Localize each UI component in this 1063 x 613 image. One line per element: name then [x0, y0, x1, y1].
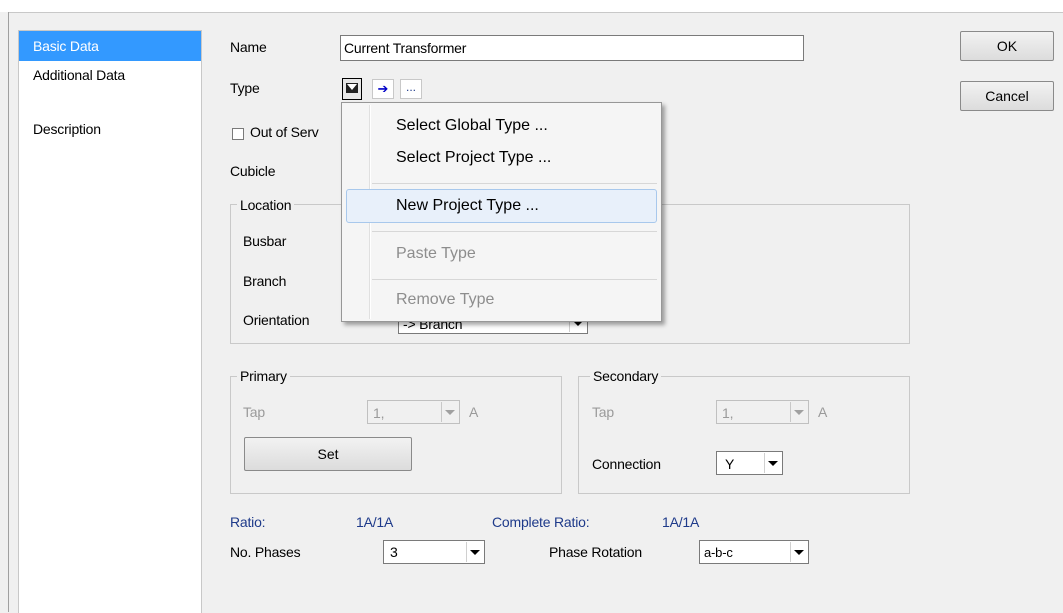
chevron-down-icon: [790, 542, 807, 562]
name-label: Name: [230, 39, 267, 55]
phase-rotation-value: a-b-c: [704, 545, 733, 560]
primary-tap-value: 1,: [373, 405, 385, 421]
secondary-legend: Secondary: [590, 368, 662, 384]
primary-tap-label: Tap: [243, 404, 265, 420]
secondary-tap-unit: A: [818, 404, 828, 420]
out-of-service-label: Out of Serv: [250, 124, 319, 140]
primary-tap-unit: A: [469, 404, 479, 420]
name-input[interactable]: Current Transformer: [340, 35, 804, 61]
connection-select[interactable]: Y: [716, 451, 783, 475]
secondary-group: [578, 376, 910, 494]
complete-ratio-value: 1A/1A: [662, 514, 700, 530]
branch-label: Branch: [243, 273, 287, 289]
nav-item-additional-data[interactable]: Additional Data: [19, 60, 201, 90]
menu-item-remove-type[interactable]: Remove Type: [396, 291, 494, 309]
primary-tap-select[interactable]: 1,: [367, 400, 460, 424]
secondary-tap-label: Tap: [592, 404, 614, 420]
primary-group: [230, 376, 562, 494]
menu-separator: [372, 279, 657, 280]
primary-legend: Primary: [237, 368, 290, 384]
location-legend: Location: [237, 197, 295, 213]
name-input-value: Current Transformer: [344, 40, 467, 56]
secondary-tap-select[interactable]: 1,: [716, 400, 809, 424]
busbar-label: Busbar: [243, 233, 287, 249]
window-top-edge: [0, 0, 1063, 13]
ratio-label: Ratio:: [230, 514, 266, 530]
orientation-label: Orientation: [243, 312, 310, 328]
connection-label: Connection: [592, 456, 661, 472]
chevron-down-icon: [790, 402, 807, 422]
connection-value: Y: [725, 456, 735, 472]
nav-item-description[interactable]: Description: [19, 114, 201, 144]
type-menu-button[interactable]: [342, 78, 362, 100]
out-of-service-checkbox[interactable]: [232, 128, 244, 140]
menu-item-paste-type[interactable]: Paste Type: [396, 245, 476, 263]
phase-rotation-select[interactable]: a-b-c: [699, 540, 809, 564]
secondary-tap-value: 1,: [722, 405, 734, 421]
cubicle-label: Cubicle: [230, 163, 276, 179]
dropdown-arrow-icon: [346, 83, 358, 93]
no-phases-label: No. Phases: [230, 544, 301, 560]
phase-rotation-label: Phase Rotation: [549, 544, 642, 560]
menu-separator: [372, 183, 657, 184]
chevron-down-icon: [441, 402, 458, 422]
window-left-edge: [0, 12, 9, 612]
chevron-down-icon: [764, 453, 781, 473]
no-phases-value: 3: [390, 544, 398, 560]
page-navigation-list: Basic Data Additional Data Description: [18, 30, 202, 613]
complete-ratio-label: Complete Ratio:: [492, 514, 590, 530]
type-context-menu: Select Global Type ... Select Project Ty…: [341, 102, 662, 322]
cancel-button[interactable]: Cancel: [960, 81, 1054, 111]
nav-item-basic-data[interactable]: Basic Data: [19, 31, 201, 61]
ok-button[interactable]: OK: [960, 31, 1054, 61]
ratio-value: 1A/1A: [356, 514, 394, 530]
menu-item-select-global-type[interactable]: Select Global Type ...: [396, 117, 548, 135]
menu-separator: [372, 231, 657, 232]
menu-item-select-project-type[interactable]: Select Project Type ...: [396, 149, 551, 167]
set-button[interactable]: Set: [244, 437, 412, 471]
chevron-down-icon: [466, 542, 483, 562]
type-ellipsis-button[interactable]: ...: [400, 79, 422, 99]
no-phases-select[interactable]: 3: [383, 540, 485, 564]
jump-to-type-arrow-icon[interactable]: ➔: [372, 79, 394, 99]
menu-item-new-project-type[interactable]: New Project Type ...: [396, 197, 539, 215]
type-label: Type: [230, 80, 260, 96]
